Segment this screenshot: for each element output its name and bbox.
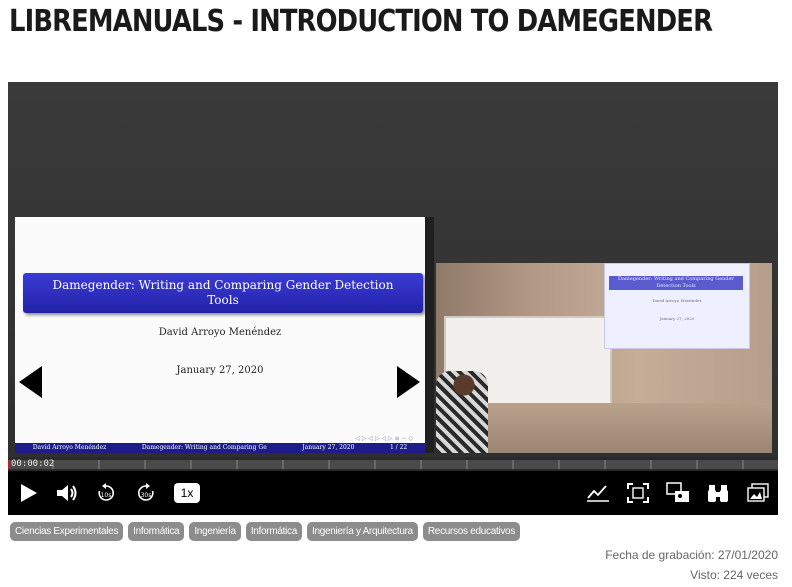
rewind-10-button[interactable]: 10s <box>94 481 118 505</box>
layout-switch-button[interactable] <box>666 481 690 505</box>
volume-icon <box>57 485 77 501</box>
svg-text:30s: 30s <box>141 492 152 499</box>
category-tag[interactable]: Ciencias Experimentales <box>10 522 124 541</box>
category-tag[interactable]: Recursos educativos <box>422 522 521 541</box>
slide-author: David Arroyo Menéndez <box>158 327 282 338</box>
current-time: 00:00:02 <box>11 459 55 469</box>
category-tag[interactable]: Informática <box>128 522 185 541</box>
previous-slide-arrow-icon[interactable] <box>19 366 42 398</box>
category-tag[interactable]: Informática <box>245 522 302 541</box>
page-title: LIBREMANUALS - INTRODUCTION TO DAMEGENDE… <box>9 4 713 39</box>
control-bar: 10s 30s 1x <box>8 471 778 515</box>
projected-slide-title: Damegender: Writing and Comparing Gender… <box>609 276 743 290</box>
binoculars-icon <box>708 485 728 502</box>
camera-view: Damegender: Writing and Comparing Gender… <box>436 263 772 453</box>
stats-icon <box>587 485 609 502</box>
progress-track[interactable] <box>8 460 778 469</box>
slide-footer: David Arroyo Menéndez Damegender: Writin… <box>15 443 425 453</box>
projected-slide: Damegender: Writing and Comparing Gender… <box>604 263 750 349</box>
presenter <box>436 371 488 453</box>
slide-edge <box>425 217 434 453</box>
slide-footer-page: 1 / 22 <box>389 444 408 451</box>
slide-nav-symbols: ◁ ▷ ◁ ▷ ◁ ▷ ≡ ∽ ◇ <box>355 435 413 442</box>
play-button[interactable] <box>16 481 40 505</box>
slide-title-banner: Damegender: Writing and Comparing Gender… <box>23 273 423 313</box>
slide-footer-date: January 27, 2020 <box>302 444 355 451</box>
video-stage[interactable]: Damegender: Writing and Comparing Gender… <box>8 82 778 457</box>
rewind-10-icon: 10s <box>98 483 114 501</box>
slide-view: Damegender: Writing and Comparing Gender… <box>15 217 425 453</box>
category-tag[interactable]: Ingeniería <box>189 522 241 541</box>
projected-slide-date: January 27, 2020 <box>659 316 695 321</box>
projected-slide-author: David Arroyo Menéndez <box>652 298 702 303</box>
video-player[interactable]: Damegender: Writing and Comparing Gender… <box>8 82 778 515</box>
layout-switch-icon <box>666 482 689 502</box>
play-icon <box>21 484 37 502</box>
binoculars-button[interactable] <box>706 481 730 505</box>
progress-fill <box>8 460 11 469</box>
slide-date: January 27, 2020 <box>176 365 264 376</box>
slide-footer-author: David Arroyo Menéndez <box>32 444 107 451</box>
recording-date: Fecha de grabación: 27/01/2020 <box>605 548 778 562</box>
volume-button[interactable] <box>54 481 80 505</box>
forward-30-button[interactable]: 30s <box>134 481 158 505</box>
slide-title-line2: Tools <box>207 293 239 307</box>
video-meta: Fecha de grabación: 27/01/2020 Visto: 22… <box>605 545 778 585</box>
statistics-button[interactable] <box>586 481 610 505</box>
gallery-button[interactable] <box>746 481 770 505</box>
next-slide-arrow-icon[interactable] <box>397 366 420 398</box>
view-count: Visto: 224 veces <box>690 568 778 582</box>
progress-bar[interactable]: 00:00:02 <box>8 457 778 471</box>
forward-30-icon: 30s <box>138 483 154 501</box>
gallery-icon <box>747 483 769 502</box>
slide-title-line1: Damegender: Writing and Comparing Gender… <box>52 278 394 292</box>
fullscreen-button[interactable] <box>626 481 650 505</box>
category-tags: Ciencias Experimentales Informática Ingeni… <box>10 522 521 541</box>
slide-footer-title: Damegender: Writing and Comparing Ge <box>141 444 267 451</box>
category-tag[interactable]: Ingeniería y Arquitectura <box>306 522 418 541</box>
svg-text:10s: 10s <box>101 492 112 499</box>
fullscreen-icon <box>627 483 649 503</box>
playback-speed-button[interactable]: 1x <box>174 483 200 503</box>
